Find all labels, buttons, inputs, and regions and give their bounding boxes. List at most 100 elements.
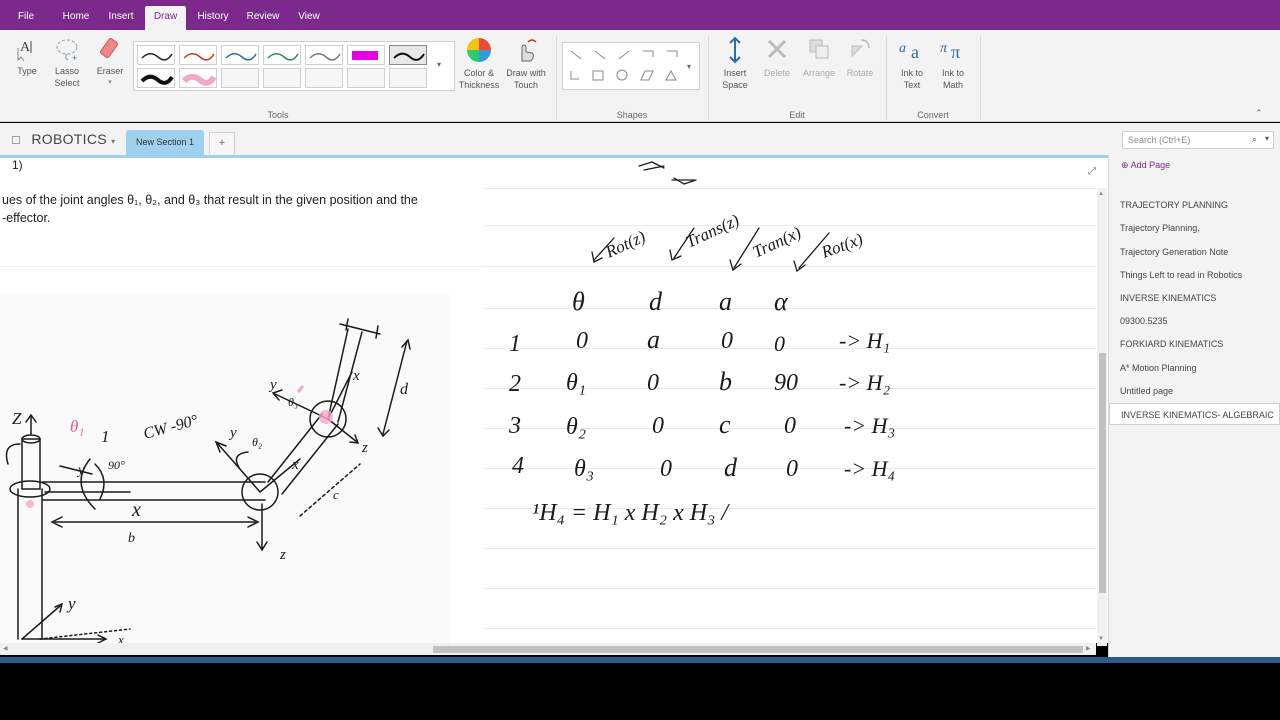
shapes-group-label: Shapes [616, 110, 648, 120]
draw-with-touch-button[interactable]: Draw with Touch [504, 36, 548, 91]
draw-with-touch-label: Draw with Touch [506, 68, 546, 90]
vertical-scroll-thumb[interactable] [1099, 353, 1106, 593]
svg-text:a: a [911, 42, 919, 62]
edit-group-label: Edit [789, 110, 805, 120]
label-b: b [128, 531, 135, 546]
row3-index: 3 [508, 413, 521, 439]
search-input[interactable]: Search (Ctrl+E) ⌕ ▾ [1122, 131, 1274, 149]
eraser-dropdown-icon[interactable]: ▾ [92, 77, 128, 89]
pen-black-thick[interactable] [137, 68, 175, 88]
tab-insert[interactable]: Insert [102, 6, 140, 30]
row3-result: -> H₃ [844, 413, 895, 438]
add-page-label: Add Page [1130, 160, 1171, 170]
pen-black[interactable] [137, 45, 175, 65]
tab-view[interactable]: View [292, 6, 326, 30]
line-shape-icon[interactable] [570, 50, 582, 60]
label-c: c [333, 487, 339, 502]
page-item[interactable]: FORKIARD KINEMATICS [1109, 333, 1280, 355]
scroll-up-arrow-icon[interactable]: ▲ [1098, 191, 1104, 197]
arrange-button[interactable]: Arrange [799, 36, 839, 79]
double-arrow-shape-icon[interactable] [618, 50, 630, 60]
lasso-icon: + [56, 39, 78, 62]
highlighter-magenta[interactable] [347, 45, 385, 65]
header-d: d [649, 287, 663, 316]
shapes-more-icon[interactable]: ▾ [687, 62, 691, 71]
page-item[interactable]: 09300.5235 [1109, 310, 1280, 332]
header-alpha: α [774, 287, 789, 316]
tab-history[interactable]: History [192, 6, 234, 30]
equation: ¹H₄ = H₁ x H₂ x H₃ / [532, 500, 730, 526]
pen-green[interactable] [263, 45, 301, 65]
convert-group-label: Convert [917, 110, 949, 120]
page-item[interactable]: Trajectory Planning, [1109, 217, 1280, 239]
horizontal-scroll-thumb[interactable] [433, 646, 1083, 653]
svg-text:+: + [72, 53, 77, 62]
tab-draw[interactable]: Draw [145, 6, 186, 30]
tab-review[interactable]: Review [242, 6, 284, 30]
pen-blue[interactable] [221, 45, 259, 65]
parallelogram-shape-icon[interactable] [640, 70, 654, 81]
pen-empty-3[interactable] [305, 68, 343, 88]
search-scope-dropdown-icon[interactable]: ▾ [1265, 134, 1269, 143]
add-section-button[interactable]: + [209, 132, 235, 154]
label-d: d [400, 381, 409, 398]
insert-space-button[interactable]: Insert Space [716, 36, 754, 91]
page-item-active[interactable]: INVERSE KINEMATICS- ALGEBRAIC [1109, 403, 1280, 425]
label-x1: x [131, 499, 141, 521]
scroll-down-arrow-icon[interactable]: ▼ [1098, 636, 1104, 642]
page-item[interactable]: Untitled page [1109, 380, 1280, 402]
page-item[interactable]: Things Left to read in Robotics [1109, 264, 1280, 286]
axis-shape-icon[interactable] [570, 71, 579, 80]
pen-empty-5[interactable] [389, 68, 427, 88]
ink-to-text-button[interactable]: a a Ink to Text [893, 36, 931, 91]
pen-gray[interactable] [305, 45, 343, 65]
search-placeholder: Search (Ctrl+E) [1128, 135, 1191, 145]
eraser-button[interactable]: Eraser ▾ [92, 36, 128, 89]
tab-file[interactable]: File [10, 6, 42, 30]
row1-alpha: 0 [774, 331, 785, 356]
circle-shape-icon[interactable] [616, 69, 628, 81]
tab-section-new-section-1[interactable]: New Section 1 [126, 130, 204, 155]
elbow-shape-icon[interactable] [667, 50, 678, 57]
color-thickness-button[interactable]: Color & Thickness [458, 36, 500, 91]
connector-shape-icon[interactable] [643, 50, 654, 57]
pen-empty-4[interactable] [347, 68, 385, 88]
arrow-shape-icon[interactable] [594, 50, 606, 60]
robot-arm-sketch: Z θ₁ 1 CW -90° y 90° x b y θ₂ x z y θ₃ x… [5, 318, 411, 647]
ink-to-math-label: Ink to Math [941, 68, 964, 90]
type-cursor-icon: A [17, 40, 32, 62]
lasso-select-button[interactable]: + Lasso Select [49, 36, 85, 89]
type-button[interactable]: A Type [10, 36, 44, 77]
ink-to-math-button[interactable]: π π Ink to Math [934, 36, 972, 91]
triangle-shape-icon[interactable] [665, 69, 677, 81]
page-item[interactable]: A* Motion Planning [1109, 357, 1280, 379]
page-item[interactable]: INVERSE KINEMATICS [1109, 287, 1280, 309]
collapse-ribbon-icon[interactable]: ⌃ [1255, 108, 1263, 119]
pen-black-selected[interactable] [389, 45, 427, 65]
pen-empty-1[interactable] [221, 68, 259, 88]
pen-gallery-more-icon[interactable]: ▾ [437, 60, 441, 69]
rectangle-shape-icon[interactable] [592, 70, 604, 81]
pen-red[interactable] [179, 45, 217, 65]
page-item[interactable]: Trajectory Generation Note [1109, 241, 1280, 263]
label-z2: z [279, 547, 286, 563]
scroll-left-arrow-icon[interactable]: ◀ [3, 645, 8, 652]
highlighter-pink[interactable] [179, 68, 217, 88]
ribbon-separator [886, 36, 887, 120]
scroll-right-arrow-icon[interactable]: ▶ [1086, 645, 1091, 652]
tab-home[interactable]: Home [58, 6, 94, 30]
rotate-icon [851, 39, 870, 58]
dh-table-ink: Rot(z) Trans(z) Tran(x) Rot(x) θ d a α 1… [508, 161, 895, 526]
rotate-button[interactable]: Rotate [841, 36, 879, 79]
row2-alpha: 90 [774, 370, 798, 396]
horizontal-scrollbar[interactable]: ◀ ▶ [0, 643, 1096, 655]
pen-empty-2[interactable] [263, 68, 301, 88]
add-page-button[interactable]: ⊕ Add Page [1121, 160, 1170, 171]
label-cw: CW -90° [142, 412, 201, 443]
page-canvas[interactable]: 1) ues of the joint angles θ₁, θ₂, and θ… [0, 155, 1108, 647]
delete-button[interactable]: Delete [758, 36, 796, 79]
note-rot-z: Rot(z) [602, 227, 649, 262]
notebook-switcher[interactable]: ☐ ROBOTICS ▾ [11, 131, 115, 147]
page-item[interactable]: TRAJECTORY PLANNING [1109, 194, 1280, 216]
search-icon[interactable]: ⌕ [1252, 134, 1257, 145]
